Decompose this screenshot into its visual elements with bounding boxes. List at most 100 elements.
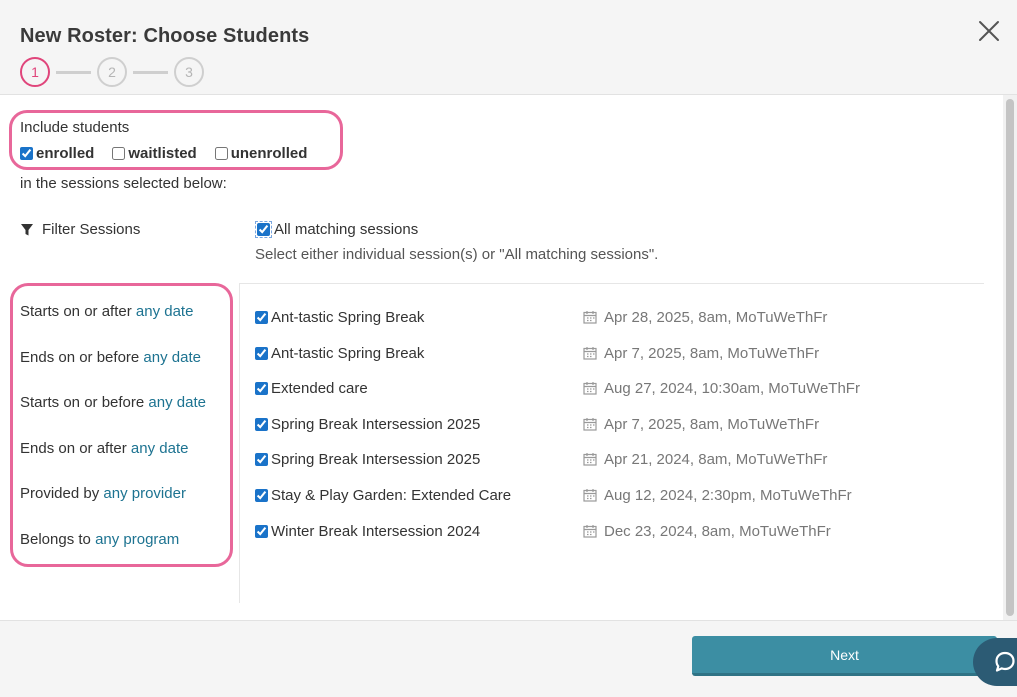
unenrolled-checkbox[interactable] [214, 147, 228, 160]
calendar-icon [583, 453, 597, 466]
session-date-text: Apr 7, 2025, 8am, MoTuWeThFr [604, 344, 820, 362]
session-row: Spring Break Intersession 2025 Apr 21, 2… [255, 448, 955, 470]
session-date-text: Apr 7, 2025, 8am, MoTuWeThFr [604, 415, 820, 433]
page-title: New Roster: Choose Students [20, 25, 310, 47]
all-matching-checkbox-wrap [255, 221, 272, 238]
provider-link[interactable]: any provider [103, 485, 186, 502]
session-option[interactable]: Spring Break Intersession 2025 [255, 451, 480, 468]
session-date-text: Apr 28, 2025, 8am, MoTuWeThFr [604, 308, 828, 326]
enrolled-option[interactable]: enrolled [20, 145, 94, 162]
scrollbar-thumb[interactable] [1006, 99, 1014, 616]
close-icon [979, 21, 999, 41]
filter-program: Belongs to any program [20, 531, 179, 548]
waitlisted-option[interactable]: waitlisted [112, 145, 197, 162]
session-row: Stay & Play Garden: Extended Care Aug 12… [255, 484, 955, 506]
funnel-icon [21, 223, 33, 235]
calendar-icon [583, 525, 597, 538]
starts-after-link[interactable]: any date [136, 303, 194, 320]
session-name: Spring Break Intersession 2025 [271, 415, 481, 433]
modal-header: New Roster: Choose Students 1 2 3 [0, 0, 1017, 95]
include-students-label: Include students [20, 119, 130, 136]
calendar-icon [583, 311, 597, 324]
select-hint: Select either individual session(s) or "… [255, 246, 659, 263]
all-matching-sessions[interactable]: All matching sessions [255, 221, 418, 238]
session-checkbox[interactable] [255, 346, 268, 360]
chat-button[interactable] [973, 638, 1017, 686]
divider [240, 283, 984, 284]
session-date: Apr 7, 2025, 8am, MoTuWeThFr [583, 345, 819, 362]
step-connector [133, 70, 168, 74]
session-checkbox[interactable] [255, 381, 268, 395]
session-date: Apr 21, 2024, 8am, MoTuWeThFr [583, 451, 827, 468]
session-date-text: Aug 27, 2024, 10:30am, MoTuWeThFr [604, 379, 860, 397]
include-suffix-text: in the sessions selected below: [20, 175, 227, 192]
session-date: Apr 28, 2025, 8am, MoTuWeThFr [583, 309, 827, 326]
step-1: 1 [20, 57, 50, 87]
ends-after-link[interactable]: any date [131, 440, 189, 457]
session-row: Extended care Aug 27, 2024, 10:30am, MoT… [255, 377, 955, 399]
session-option[interactable]: Stay & Play Garden: Extended Care [255, 487, 511, 504]
session-checkbox[interactable] [255, 524, 268, 538]
session-checkbox[interactable] [255, 452, 268, 466]
filter-prefix: Starts on or after [20, 303, 136, 320]
session-checkbox[interactable] [255, 310, 268, 324]
session-option[interactable]: Winter Break Intersession 2024 [255, 523, 480, 540]
filter-ends-before: Ends on or before any date [20, 349, 201, 366]
column-divider [239, 283, 240, 603]
session-checkbox[interactable] [255, 488, 268, 502]
waitlisted-checkbox[interactable] [112, 147, 126, 160]
session-date: Aug 12, 2024, 2:30pm, MoTuWeThFr [583, 487, 852, 504]
session-option[interactable]: Spring Break Intersession 2025 [255, 416, 480, 433]
filter-sessions-label: Filter Sessions [42, 221, 141, 238]
unenrolled-option[interactable]: unenrolled [214, 145, 308, 162]
enrolled-checkbox[interactable] [20, 147, 33, 160]
session-option[interactable]: Ant-tastic Spring Break [255, 309, 424, 326]
session-date: Aug 27, 2024, 10:30am, MoTuWeThFr [583, 380, 860, 397]
calendar-icon [583, 489, 597, 502]
session-date-text: Dec 23, 2024, 8am, MoTuWeThFr [604, 522, 831, 540]
session-row: Winter Break Intersession 2024 Dec 23, 2… [255, 520, 955, 542]
step-2: 2 [97, 57, 127, 87]
stepper: 1 2 3 [20, 57, 204, 87]
step-connector [56, 70, 91, 74]
session-name: Stay & Play Garden: Extended Care [271, 486, 512, 504]
next-button[interactable]: Next [692, 636, 997, 676]
session-row: Spring Break Intersession 2025 Apr 7, 20… [255, 413, 955, 435]
session-row: Ant-tastic Spring Break Apr 28, 2025, 8a… [255, 306, 955, 328]
starts-before-link[interactable]: any date [148, 394, 206, 411]
session-checkbox[interactable] [255, 417, 268, 431]
all-matching-checkbox[interactable] [257, 223, 270, 236]
unenrolled-label: unenrolled [230, 145, 308, 162]
session-date: Apr 7, 2025, 8am, MoTuWeThFr [583, 416, 819, 433]
close-button[interactable] [976, 18, 1002, 44]
filter-ends-after: Ends on or after any date [20, 440, 188, 457]
all-matching-label: All matching sessions [274, 221, 419, 238]
filter-prefix: Provided by [20, 485, 104, 502]
program-link[interactable]: any program [95, 531, 179, 548]
session-option[interactable]: Ant-tastic Spring Break [255, 345, 424, 362]
filter-provider: Provided by any provider [20, 485, 186, 502]
chat-bubble-icon [995, 651, 1015, 672]
session-option[interactable]: Extended care [255, 380, 368, 397]
filter-prefix: Ends on or after [20, 440, 131, 457]
filter-prefix: Starts on or before [20, 394, 149, 411]
enrolled-label: enrolled [36, 145, 95, 162]
session-name: Extended care [271, 379, 368, 397]
session-name: Ant-tastic Spring Break [271, 308, 425, 326]
calendar-icon [583, 347, 597, 360]
step-3: 3 [174, 57, 204, 87]
include-students-options: enrolled waitlisted unenrolled [20, 145, 307, 162]
filter-starts-before: Starts on or before any date [20, 394, 206, 411]
filter-sessions-title: Filter Sessions [20, 221, 140, 238]
session-name: Spring Break Intersession 2025 [271, 450, 481, 468]
filter-prefix: Ends on or before [20, 349, 144, 366]
scrollbar[interactable] [1003, 95, 1017, 620]
calendar-icon [583, 382, 597, 395]
session-date-text: Aug 12, 2024, 2:30pm, MoTuWeThFr [604, 486, 852, 504]
session-name: Winter Break Intersession 2024 [271, 522, 481, 540]
waitlisted-label: waitlisted [128, 145, 197, 162]
session-row: Ant-tastic Spring Break Apr 7, 2025, 8am… [255, 342, 955, 364]
ends-before-link[interactable]: any date [143, 349, 201, 366]
session-name: Ant-tastic Spring Break [271, 344, 425, 362]
session-date-text: Apr 21, 2024, 8am, MoTuWeThFr [604, 450, 828, 468]
